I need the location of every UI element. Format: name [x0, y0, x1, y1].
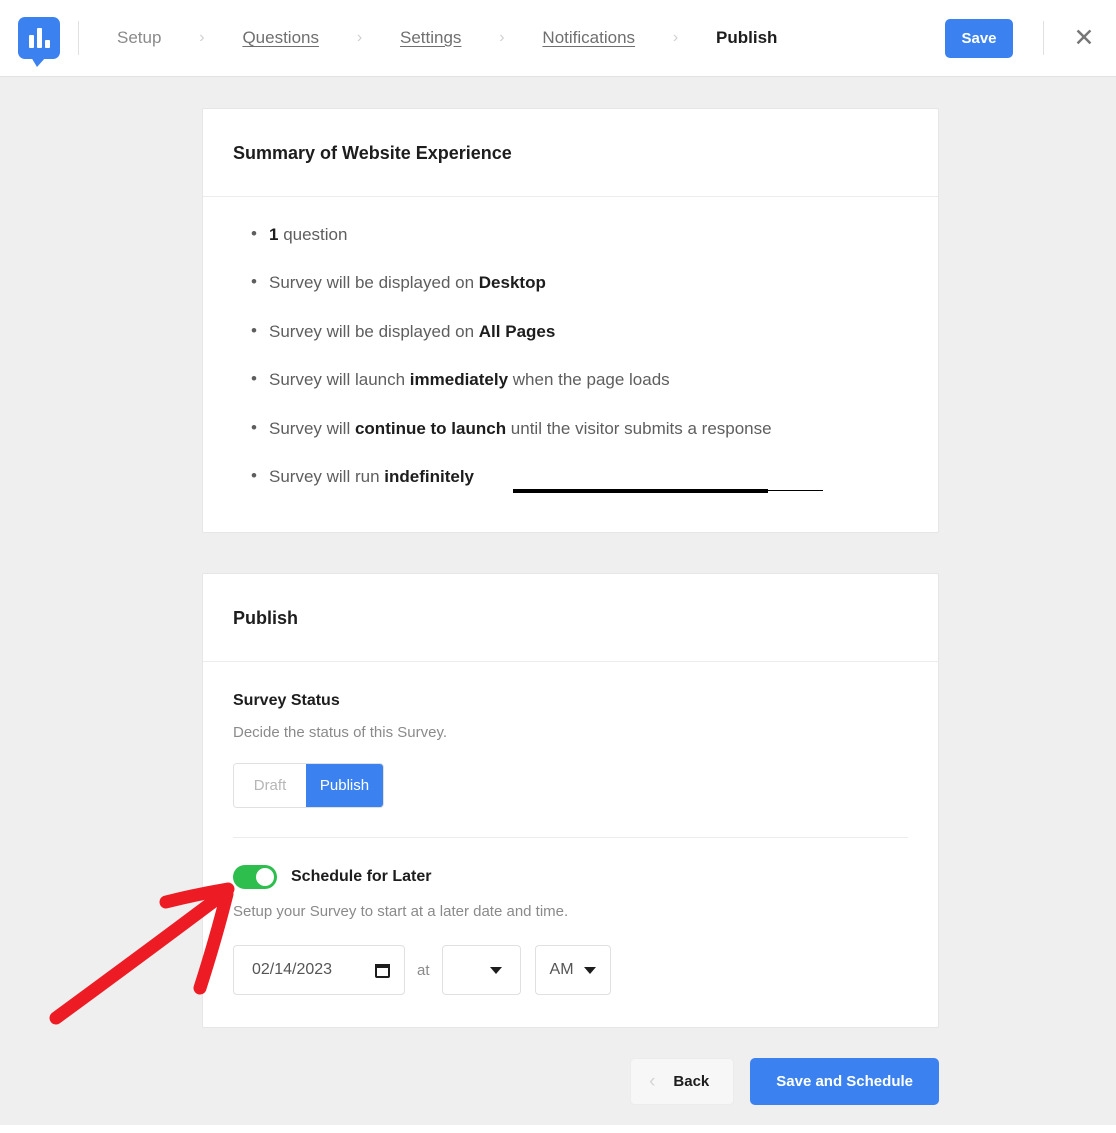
summary-item-pre: Survey will [269, 419, 355, 438]
summary-item-bold: indefinitely [384, 467, 474, 486]
list-item: 1 question [233, 225, 908, 245]
chevron-down-icon [584, 967, 596, 974]
survey-status-title: Survey Status [233, 692, 908, 710]
survey-bar-chart-logo-icon [18, 17, 60, 59]
save-button[interactable]: Save [945, 19, 1013, 58]
summary-item-pre: Survey will be displayed on [269, 322, 479, 341]
breadcrumb: Setup › Questions › Settings › Notificat… [79, 28, 945, 48]
save-and-schedule-button[interactable]: Save and Schedule [750, 1058, 939, 1105]
summary-item-pre: Survey will be displayed on [269, 273, 479, 292]
survey-status-description: Decide the status of this Survey. [233, 724, 908, 741]
breadcrumb-item-questions[interactable]: Questions [240, 28, 321, 48]
calendar-icon[interactable] [375, 962, 390, 978]
summary-list: 1 question Survey will be displayed on D… [233, 225, 908, 487]
schedule-ampm-value: AM [550, 961, 574, 979]
schedule-description: Setup your Survey to start at a later da… [233, 903, 908, 920]
summary-card-body: 1 question Survey will be displayed on D… [203, 197, 938, 507]
publish-survey-page: Setup › Questions › Settings › Notificat… [0, 0, 1116, 1133]
schedule-toggle-row: Schedule for Later [233, 865, 908, 889]
app-header: Setup › Questions › Settings › Notificat… [0, 0, 1116, 77]
list-item: Survey will run indefinitely [233, 467, 908, 487]
back-button-label: Back [673, 1073, 709, 1090]
list-item: Survey will be displayed on Desktop [233, 273, 908, 293]
chevron-right-icon: › [163, 29, 240, 47]
status-option-publish[interactable]: Publish [306, 764, 383, 807]
section-divider [233, 837, 908, 838]
summary-item-bold: Desktop [479, 273, 546, 292]
summary-item-bold: immediately [410, 370, 508, 389]
publish-card-header: Publish [203, 574, 938, 662]
back-button[interactable]: ‹ Back [630, 1058, 734, 1105]
summary-item-pre: Survey will run [269, 467, 384, 486]
chevron-right-icon: › [463, 29, 540, 47]
summary-item-post: until the visitor submits a response [506, 419, 772, 438]
header-divider [1043, 21, 1044, 55]
summary-card: Summary of Website Experience 1 question… [202, 108, 939, 533]
breadcrumb-item-setup[interactable]: Setup [115, 28, 163, 48]
chevron-right-icon: › [321, 29, 398, 47]
schedule-ampm-select[interactable]: AM [535, 945, 611, 995]
publish-card: Publish Survey Status Decide the status … [202, 573, 939, 1028]
summary-title: Summary of Website Experience [233, 143, 908, 164]
header-actions: Save ✕ [945, 19, 1116, 58]
schedule-for-later-toggle[interactable] [233, 865, 277, 889]
chevron-left-icon: ‹ [649, 1072, 655, 1091]
publish-card-body: Survey Status Decide the status of this … [203, 662, 938, 995]
logo-container [0, 17, 78, 59]
annotation-underline [513, 489, 768, 493]
schedule-time-select[interactable] [442, 945, 521, 995]
summary-item-post: when the page loads [508, 370, 670, 389]
summary-item-bold: continue to launch [355, 419, 506, 438]
footer-actions: ‹ Back Save and Schedule [0, 1058, 939, 1105]
schedule-for-later-label: Schedule for Later [291, 868, 431, 886]
schedule-datetime-row: 02/14/2023 at AM [233, 945, 908, 995]
publish-title: Publish [233, 608, 908, 629]
list-item: Survey will launch immediately when the … [233, 370, 908, 390]
summary-item-post: question [278, 225, 347, 244]
schedule-date-value: 02/14/2023 [252, 961, 332, 979]
close-icon[interactable]: ✕ [1066, 20, 1102, 56]
breadcrumb-item-notifications[interactable]: Notifications [540, 28, 637, 48]
chevron-down-icon [490, 967, 502, 974]
summary-card-header: Summary of Website Experience [203, 109, 938, 197]
page-bottom-strip [0, 1125, 1116, 1133]
list-item: Survey will be displayed on All Pages [233, 322, 908, 342]
schedule-date-input[interactable]: 02/14/2023 [233, 945, 405, 995]
summary-item-pre: Survey will launch [269, 370, 410, 389]
summary-item-bold: All Pages [479, 322, 556, 341]
chevron-right-icon: › [637, 29, 714, 47]
toggle-knob [256, 868, 274, 886]
at-label: at [405, 962, 442, 979]
list-item: Survey will continue to launch until the… [233, 419, 908, 439]
survey-status-toggle-group: Draft Publish [233, 763, 384, 808]
breadcrumb-item-publish: Publish [714, 28, 779, 48]
status-option-draft[interactable]: Draft [234, 764, 306, 807]
breadcrumb-item-settings[interactable]: Settings [398, 28, 463, 48]
